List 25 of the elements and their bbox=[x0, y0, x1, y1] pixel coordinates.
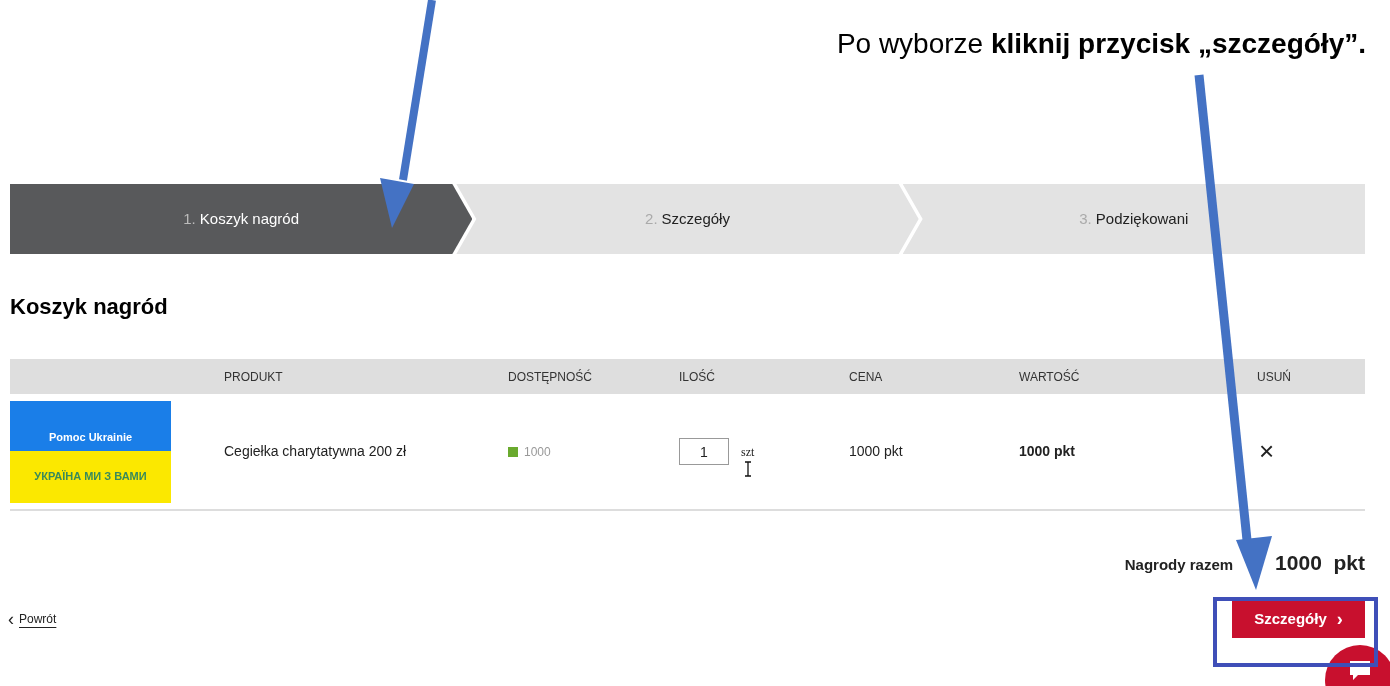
product-name: Cegiełka charytatywna 200 zł bbox=[224, 443, 407, 459]
column-header: USUŃ bbox=[1257, 369, 1291, 384]
back-link[interactable]: ‹ Powrót bbox=[8, 610, 57, 628]
remove-button[interactable]: × bbox=[1259, 437, 1275, 464]
availability-count: 1000 bbox=[524, 443, 551, 461]
unit-label: szt bbox=[741, 443, 755, 461]
checkout-step[interactable]: 3. Podziękowani bbox=[902, 184, 1365, 254]
price: 1000 pkt bbox=[849, 443, 903, 459]
details-button[interactable]: Szczegóły › bbox=[1232, 600, 1365, 638]
column-header: PRODUKT bbox=[224, 369, 283, 384]
line-total: 1000 pkt bbox=[1019, 443, 1076, 459]
instruction-text: Po wyborze kliknij przycisk „szczegóły”. bbox=[836, 27, 1366, 61]
page-heading: Koszyk nagród bbox=[10, 293, 168, 321]
checkout-step[interactable]: 1. Koszyk nagród bbox=[10, 184, 473, 254]
column-header: ILOŚĆ bbox=[679, 369, 715, 384]
total-label: Nagrody razem bbox=[1124, 555, 1234, 575]
chat-icon bbox=[1347, 659, 1373, 683]
quantity-field[interactable]: 1 bbox=[679, 438, 729, 465]
column-header: DOSTĘPNOŚĆ bbox=[508, 369, 592, 384]
checkout-step[interactable]: 2. Szczegóły bbox=[456, 184, 919, 254]
total-value: 1000 pkt bbox=[1275, 550, 1365, 576]
column-header: CENA bbox=[849, 369, 883, 384]
column-header: WARTOŚĆ bbox=[1019, 369, 1080, 384]
text-cursor-icon bbox=[743, 461, 753, 477]
product-banner: Pomoc Ukrainie УКРАЇНА МИ З ВАМИ bbox=[10, 400, 171, 503]
